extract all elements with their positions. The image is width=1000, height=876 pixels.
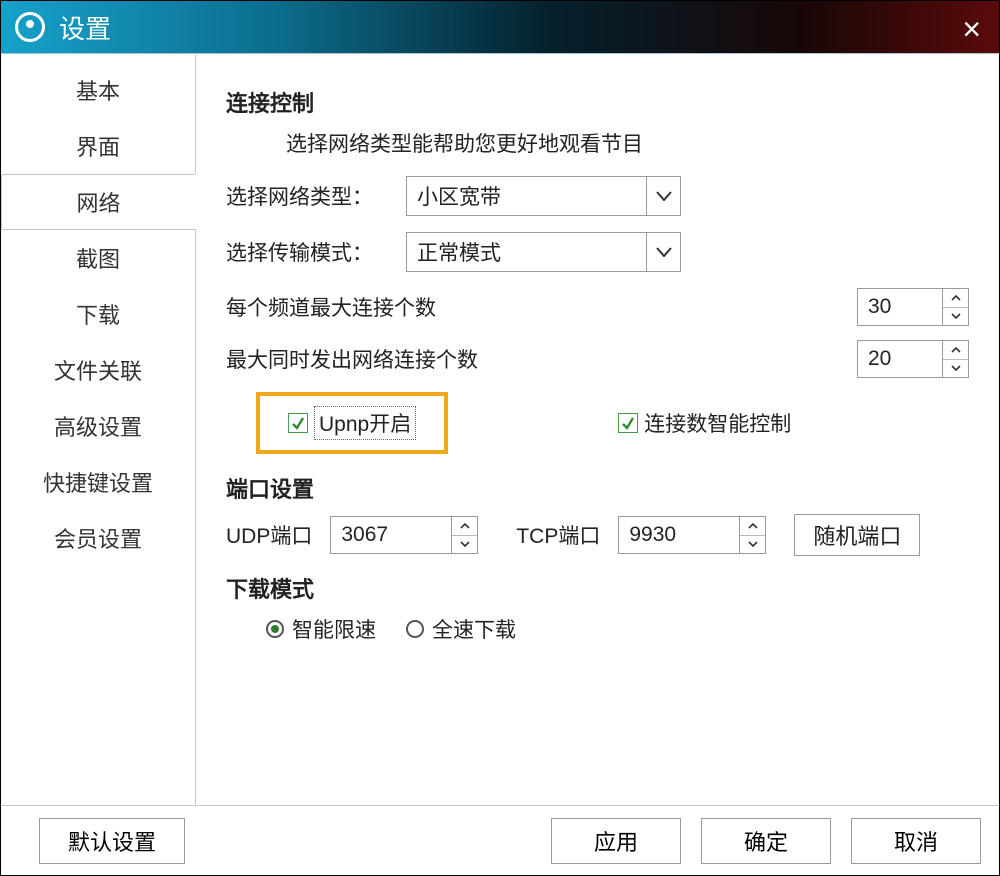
trans-mode-label: 选择传输模式： [226,237,406,267]
smart-conn-label: 连接数智能控制 [644,408,791,438]
section-port: 端口设置 [226,472,969,504]
cancel-button[interactable]: 取消 [851,818,981,864]
max-chan-label: 每个频道最大连接个数 [226,292,436,322]
sidebar-item-member[interactable]: 会员设置 [1,510,195,566]
net-type-value: 小区宽带 [407,181,646,211]
footer: 默认设置 应用 确定 取消 [1,805,999,875]
sidebar-item-ui[interactable]: 界面 [1,118,195,174]
radio-smart-limit[interactable]: 智能限速 [266,614,376,644]
max-chan-spinner[interactable]: 30 [857,288,969,326]
body: 基本 界面 网络 截图 下载 文件关联 高级设置 快捷键设置 会员设置 连接控制… [1,53,999,805]
sidebar-item-advanced[interactable]: 高级设置 [1,398,195,454]
apply-button[interactable]: 应用 [551,818,681,864]
spinner-up-icon[interactable] [943,289,968,308]
sidebar-item-hotkey[interactable]: 快捷键设置 [1,454,195,510]
upnp-highlight: Upnp开启 [256,392,448,454]
max-out-label: 最大同时发出网络连接个数 [226,344,478,374]
tcp-label: TCP端口 [516,520,600,550]
radio-off-icon [406,620,424,638]
udp-port-value: 3067 [331,523,451,547]
random-port-button[interactable]: 随机端口 [794,514,920,556]
spinner-buttons [739,517,765,553]
sidebar-item-download[interactable]: 下载 [1,286,195,342]
window-title: 设置 [59,9,111,46]
trans-mode-select[interactable]: 正常模式 [406,232,681,272]
spinner-up-icon[interactable] [740,517,765,536]
section-download-mode: 下载模式 [226,572,969,604]
radio-on-icon [266,620,284,638]
udp-port-spinner[interactable]: 3067 [330,516,478,554]
radio-full-label: 全速下载 [432,614,516,644]
sidebar-item-network[interactable]: 网络 [1,174,196,230]
sidebar-item-screenshot[interactable]: 截图 [1,230,195,286]
upnp-label: Upnp开启 [314,406,416,440]
sidebar-item-file-assoc[interactable]: 文件关联 [1,342,195,398]
trans-mode-value: 正常模式 [407,237,646,267]
radio-full-speed[interactable]: 全速下载 [406,614,516,644]
net-type-label: 选择网络类型： [226,181,406,211]
spinner-buttons [451,517,477,553]
spinner-buttons [942,289,968,325]
spinner-down-icon[interactable] [943,360,968,378]
settings-window: 设置 × 基本 界面 网络 截图 下载 文件关联 高级设置 快捷键设置 会员设置… [0,0,1000,876]
spinner-down-icon[interactable] [943,308,968,326]
titlebar: 设置 × [1,1,999,53]
chevron-down-icon[interactable] [646,177,680,215]
max-out-value: 20 [858,347,942,371]
max-out-spinner[interactable]: 20 [857,340,969,378]
connection-desc: 选择网络类型能帮助您更好地观看节目 [286,128,969,158]
tcp-port-spinner[interactable]: 9930 [618,516,766,554]
chevron-down-icon[interactable] [646,233,680,271]
sidebar: 基本 界面 网络 截图 下载 文件关联 高级设置 快捷键设置 会员设置 [1,54,196,805]
spinner-buttons [942,341,968,377]
main-panel: 连接控制 选择网络类型能帮助您更好地观看节目 选择网络类型： 小区宽带 选择传输… [196,54,999,805]
ok-button[interactable]: 确定 [701,818,831,864]
spinner-up-icon[interactable] [452,517,477,536]
udp-label: UDP端口 [226,520,312,550]
upnp-checkbox[interactable]: Upnp开启 [288,406,416,440]
app-logo-icon [15,12,45,42]
radio-smart-label: 智能限速 [292,614,376,644]
spinner-down-icon[interactable] [740,536,765,554]
section-connection: 连接控制 [226,86,969,118]
checkmark-icon [288,413,308,433]
max-chan-value: 30 [858,295,942,319]
spinner-down-icon[interactable] [452,536,477,554]
sidebar-item-basic[interactable]: 基本 [1,62,195,118]
checkmark-icon [618,413,638,433]
close-icon[interactable]: × [962,11,981,48]
spinner-up-icon[interactable] [943,341,968,360]
smart-conn-checkbox[interactable]: 连接数智能控制 [618,408,791,438]
net-type-select[interactable]: 小区宽带 [406,176,681,216]
default-settings-button[interactable]: 默认设置 [39,818,185,864]
tcp-port-value: 9930 [619,523,739,547]
